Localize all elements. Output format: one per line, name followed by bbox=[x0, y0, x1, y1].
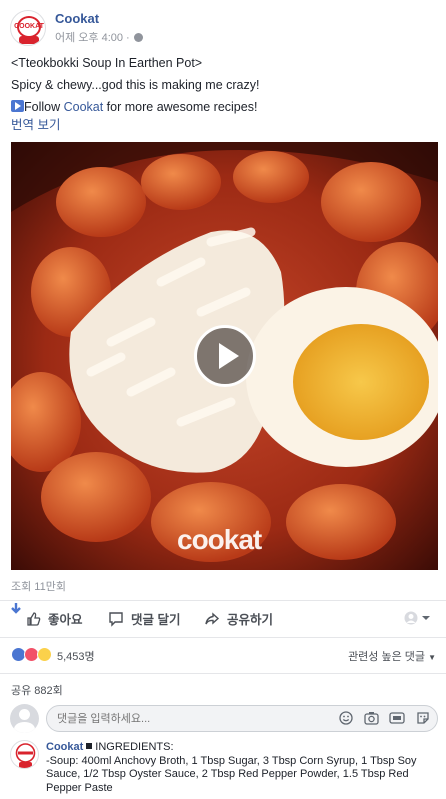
share-count[interactable]: 공유 882회 bbox=[11, 682, 63, 698]
reaction-count[interactable]: 5,453명 bbox=[57, 648, 95, 664]
emoji-icon[interactable] bbox=[339, 711, 353, 725]
profile-avatar-icon bbox=[404, 611, 418, 625]
download-arrow-icon bbox=[11, 603, 21, 614]
square-icon bbox=[86, 743, 93, 749]
post-line-follow: Follow Cookat for more awesome recipes! bbox=[11, 96, 436, 118]
post-line-desc: Spicy & chewy...god this is making me cr… bbox=[11, 78, 260, 92]
post-header: COOKAT Cookat 어제 오후 4:00 · bbox=[10, 8, 143, 48]
post-line-title: <Tteokbokki Soup In Earthen Pot> bbox=[11, 56, 203, 70]
action-bar: 좋아요 댓글 달기 공유하기 bbox=[0, 603, 446, 633]
play-square-icon bbox=[11, 100, 24, 112]
gif-icon[interactable] bbox=[389, 711, 405, 725]
like-button[interactable]: 좋아요 bbox=[10, 603, 83, 628]
page-avatar[interactable]: COOKAT bbox=[10, 10, 46, 46]
view-count: 조회 11만회 bbox=[11, 581, 66, 593]
cookat-avatar-icon bbox=[15, 743, 36, 768]
cookat-logo: COOKAT bbox=[14, 23, 44, 30]
video-player[interactable]: cookat bbox=[11, 142, 438, 570]
post-as-selector[interactable] bbox=[404, 611, 431, 625]
comment-author-avatar[interactable] bbox=[10, 740, 39, 769]
share-arrow-icon bbox=[205, 611, 220, 625]
play-button[interactable] bbox=[194, 325, 256, 387]
camera-icon[interactable] bbox=[364, 711, 379, 725]
comment-sort-dropdown[interactable]: 관련성 높은 댓글 ▼ bbox=[348, 648, 436, 664]
caret-down-icon: ▼ bbox=[428, 653, 436, 662]
comment-button[interactable]: 댓글 달기 bbox=[108, 609, 180, 628]
speech-bubble-icon bbox=[109, 611, 123, 627]
comment-text: INGREDIENTS: -Soup: 400ml Anchovy Broth,… bbox=[46, 741, 417, 794]
globe-icon bbox=[133, 32, 143, 42]
video-watermark: cookat bbox=[177, 524, 262, 555]
thumbs-up-icon bbox=[27, 611, 41, 626]
post-timestamp[interactable]: 어제 오후 4:00 · bbox=[55, 29, 130, 45]
comment-input[interactable] bbox=[46, 705, 438, 732]
page-mention-link[interactable]: Cookat bbox=[64, 100, 104, 114]
share-button[interactable]: 공유하기 bbox=[204, 609, 273, 628]
post-text: <Tteokbokki Soup In Earthen Pot> Spicy &… bbox=[11, 52, 436, 118]
page-name[interactable]: Cookat bbox=[55, 11, 143, 26]
sticker-icon[interactable] bbox=[416, 711, 430, 725]
comment-author-name[interactable]: Cookat bbox=[46, 741, 83, 753]
wow-reaction-icon[interactable] bbox=[37, 647, 52, 662]
see-translation-link[interactable]: 번역 보기 bbox=[11, 114, 60, 133]
user-avatar bbox=[10, 704, 39, 733]
reactions-row: 5,453명 관련성 높은 댓글 ▼ bbox=[11, 645, 436, 665]
caret-down-icon bbox=[422, 616, 430, 620]
